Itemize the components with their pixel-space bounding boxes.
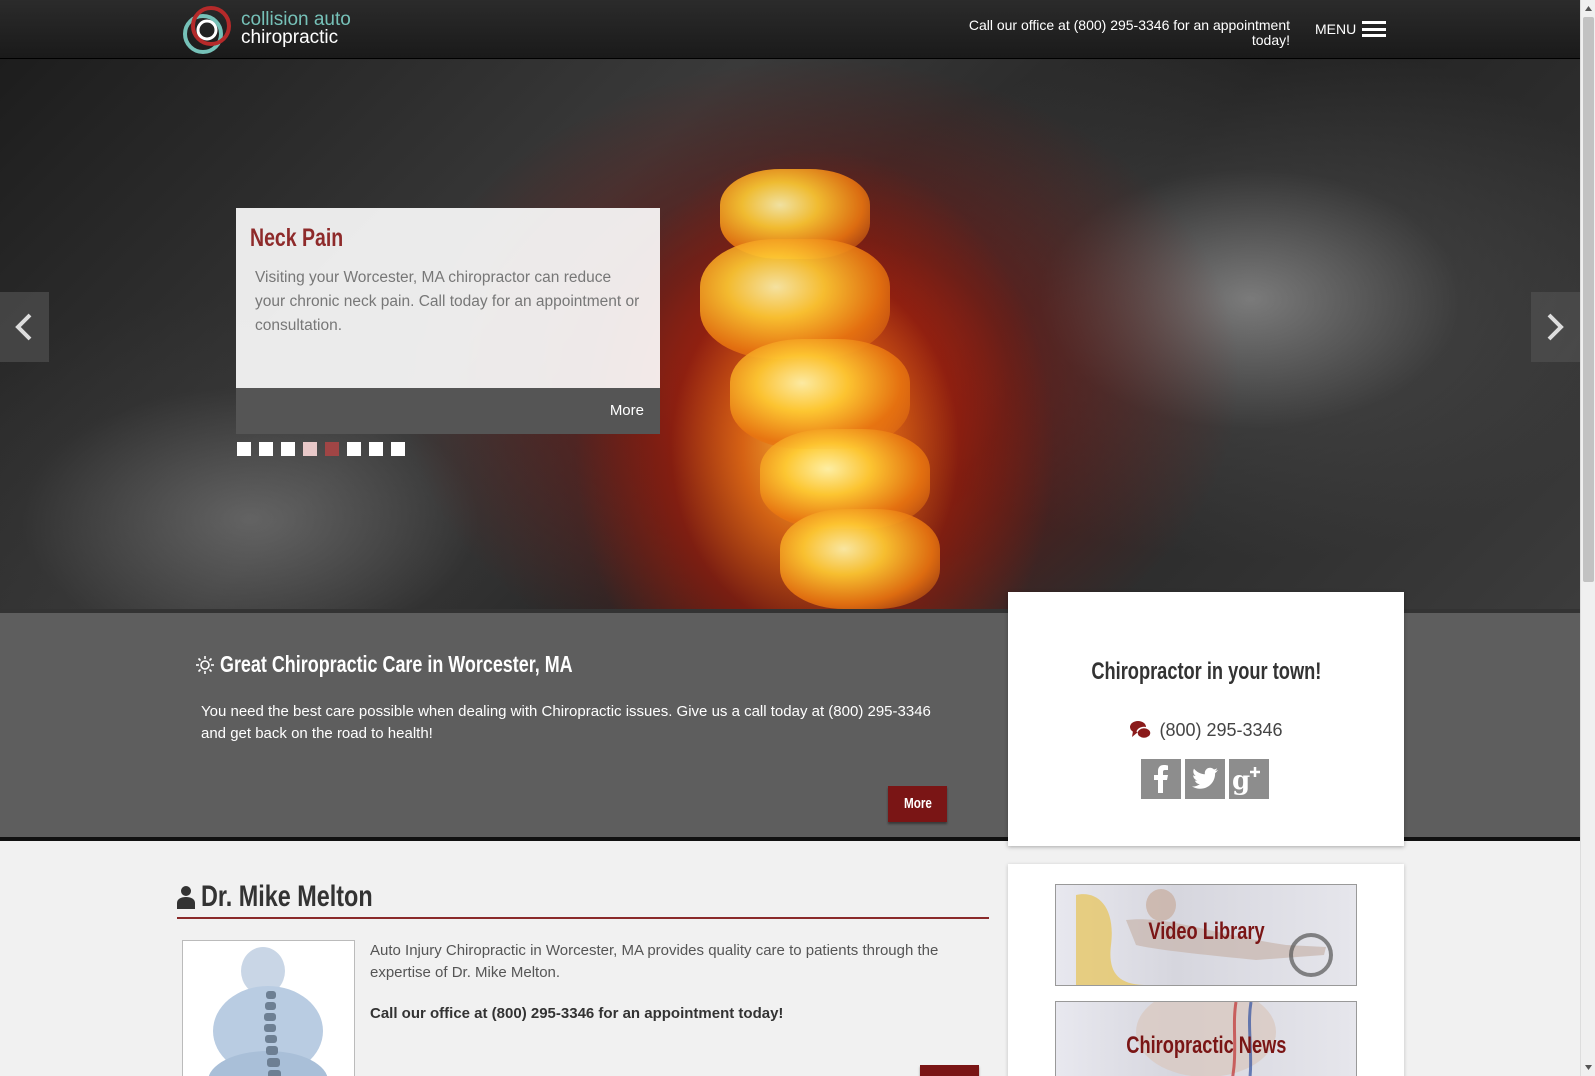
scroll-down-icon[interactable] — [1584, 1063, 1593, 1072]
slide-dot[interactable] — [391, 442, 405, 456]
slide-dot[interactable] — [237, 442, 251, 456]
intro-text: You need the best care possible when dea… — [201, 703, 931, 742]
twitter-link[interactable] — [1185, 759, 1225, 799]
slider-next-button[interactable] — [1531, 292, 1580, 362]
doctor-heading: Dr. Mike Melton — [177, 877, 989, 919]
hero-slider: Neck Pain Visiting your Worcester, MA ch… — [0, 59, 1580, 609]
menu-label: MENU — [1315, 21, 1357, 37]
logo[interactable]: collision auto chiropractic — [181, 4, 371, 54]
skeleton-illustration — [208, 947, 328, 1076]
intro-more-button[interactable]: More — [888, 786, 947, 822]
video-library-label: Video Library — [1147, 918, 1265, 945]
chevron-right-icon — [1547, 313, 1564, 341]
slide-title: Neck Pain — [250, 224, 344, 252]
header-phone-text: Call our office at (800) 295-3346 for an… — [968, 17, 1290, 48]
contact-title: Chiropractor in your town! — [1090, 658, 1322, 685]
speech-bubbles-icon — [1130, 721, 1153, 740]
sun-icon — [196, 655, 214, 674]
scroll-up-icon[interactable] — [1584, 4, 1593, 13]
slide-dot-active[interactable] — [325, 442, 339, 456]
person-icon — [177, 886, 195, 909]
slide-dot[interactable] — [259, 442, 273, 456]
google-plus-icon: g — [1232, 766, 1260, 796]
facebook-link[interactable] — [1141, 759, 1181, 799]
chiropractic-news-label: Chiropractic News — [1125, 1032, 1287, 1059]
facebook-icon — [1154, 765, 1168, 793]
slide-more-link[interactable]: More — [610, 402, 644, 419]
doctor-more-button[interactable]: More — [920, 1065, 979, 1076]
slide-dot[interactable] — [347, 442, 361, 456]
scrollbar-thumb[interactable] — [1583, 17, 1594, 582]
svg-text:g: g — [1232, 766, 1250, 796]
intro-title-text: Great Chiropractic Care in Worcester, MA — [220, 651, 573, 677]
slide-pagination — [237, 442, 405, 456]
slide-dot[interactable] — [281, 442, 295, 456]
doctor-description: Auto Injury Chiropractic in Worcester, M… — [370, 942, 939, 981]
menu-button[interactable]: MENU — [1315, 18, 1387, 40]
site-header: collision auto chiropractic Call our off… — [0, 0, 1580, 59]
logo-text-bottom: chiropractic — [241, 27, 339, 48]
scrollbar[interactable] — [1580, 0, 1595, 1076]
doctor-photo — [182, 940, 355, 1076]
google-plus-link[interactable]: g — [1229, 759, 1269, 799]
slide-text: Visiting your Worcester, MA chiropractor… — [255, 269, 640, 334]
doctor-cta: Call our office at (800) 295-3346 for an… — [370, 1005, 784, 1022]
contact-card: Chiropractor in your town! (800) 295-334… — [1008, 592, 1404, 846]
logo-rings-icon — [183, 6, 231, 54]
intro-title: Great Chiropractic Care in Worcester, MA — [196, 651, 672, 678]
slide-dot[interactable] — [369, 442, 383, 456]
slider-prev-button[interactable] — [0, 292, 49, 362]
slide-dot[interactable] — [303, 442, 317, 456]
doctor-name: Dr. Mike Melton — [201, 880, 373, 913]
twitter-icon — [1192, 767, 1218, 789]
chevron-left-icon — [15, 313, 32, 341]
social-links: g — [1141, 759, 1269, 799]
slide-footer: More — [236, 388, 660, 434]
video-library-tile[interactable]: Video Library — [1055, 884, 1357, 986]
contact-phone[interactable]: (800) 295-3346 — [1008, 719, 1404, 741]
contact-phone-number: (800) 295-3346 — [1159, 719, 1283, 740]
hamburger-icon — [1362, 21, 1387, 37]
spine-illustration — [780, 509, 940, 609]
sidebar: Video Library Chiropractic News — [1008, 864, 1404, 1076]
chiropractic-news-tile[interactable]: Chiropractic News — [1055, 1001, 1357, 1076]
